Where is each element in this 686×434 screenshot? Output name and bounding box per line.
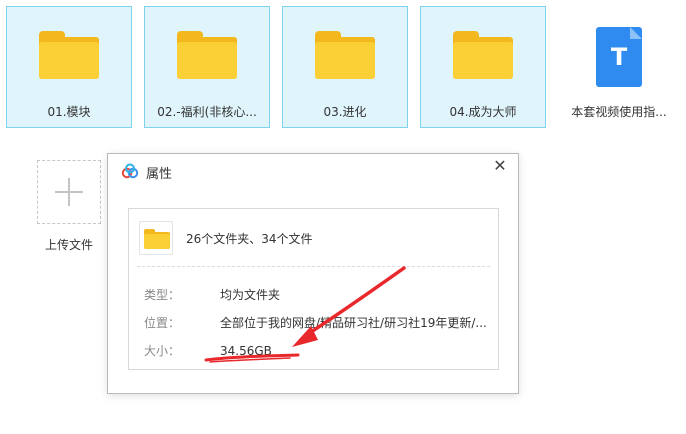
size-row: 大小： 34.56GB xyxy=(144,342,272,359)
folder-icon xyxy=(139,221,173,255)
location-row: 位置： 全部位于我的网盘/精品研习社/研习社19年更新/... xyxy=(144,314,487,331)
file-name-label: 02.-福利(非核心... xyxy=(157,105,257,119)
dialog-header: 属性 ✕ xyxy=(108,154,518,188)
selection-summary: 26个文件夹、34个文件 xyxy=(186,232,313,246)
close-icon: ✕ xyxy=(493,156,507,175)
text-doc-icon: T xyxy=(589,27,649,87)
folder-icon xyxy=(315,31,375,79)
upload-label: 上传文件 xyxy=(44,238,93,252)
close-button[interactable]: ✕ xyxy=(490,156,510,176)
baidu-cloud-icon xyxy=(121,163,139,179)
folder-tile-01[interactable]: 01.模块 xyxy=(6,6,132,128)
size-label: 大小： xyxy=(144,344,181,358)
doc-tile[interactable]: T 本套视频使用指... xyxy=(556,6,682,128)
location-value[interactable]: 全部位于我的网盘/精品研习社/研习社19年更新/... xyxy=(220,316,487,330)
file-name-label: 04.成为大师 xyxy=(449,105,517,119)
folder-tile-03[interactable]: 03.进化 xyxy=(282,6,408,128)
plus-icon xyxy=(55,178,83,206)
folder-icon xyxy=(177,31,237,79)
properties-panel: 26个文件夹、34个文件 类型： 均为文件夹 位置： 全部位于我的网盘/精品研习社/… xyxy=(128,208,499,370)
dialog-title: 属性 xyxy=(146,167,173,182)
folder-tile-04[interactable]: 04.成为大师 xyxy=(420,6,546,128)
divider xyxy=(137,266,490,267)
type-value: 均为文件夹 xyxy=(220,288,281,302)
type-label: 类型： xyxy=(144,288,181,302)
file-name-label: 本套视频使用指... xyxy=(571,105,667,119)
folder-icon xyxy=(39,31,99,79)
file-name-label: 03.进化 xyxy=(323,105,367,119)
location-label: 位置： xyxy=(144,316,181,330)
folder-tile-02[interactable]: 02.-福利(非核心... xyxy=(144,6,270,128)
properties-dialog: 属性 ✕ 26个文件夹、34个文件 类型： 均为文件夹 位置： 全部位于我的网盘/精… xyxy=(107,153,519,394)
file-name-label: 01.模块 xyxy=(47,105,91,119)
type-row: 类型： 均为文件夹 xyxy=(144,286,280,303)
upload-button[interactable] xyxy=(37,160,101,224)
folder-icon xyxy=(453,31,513,79)
size-value: 34.56GB xyxy=(220,344,272,358)
